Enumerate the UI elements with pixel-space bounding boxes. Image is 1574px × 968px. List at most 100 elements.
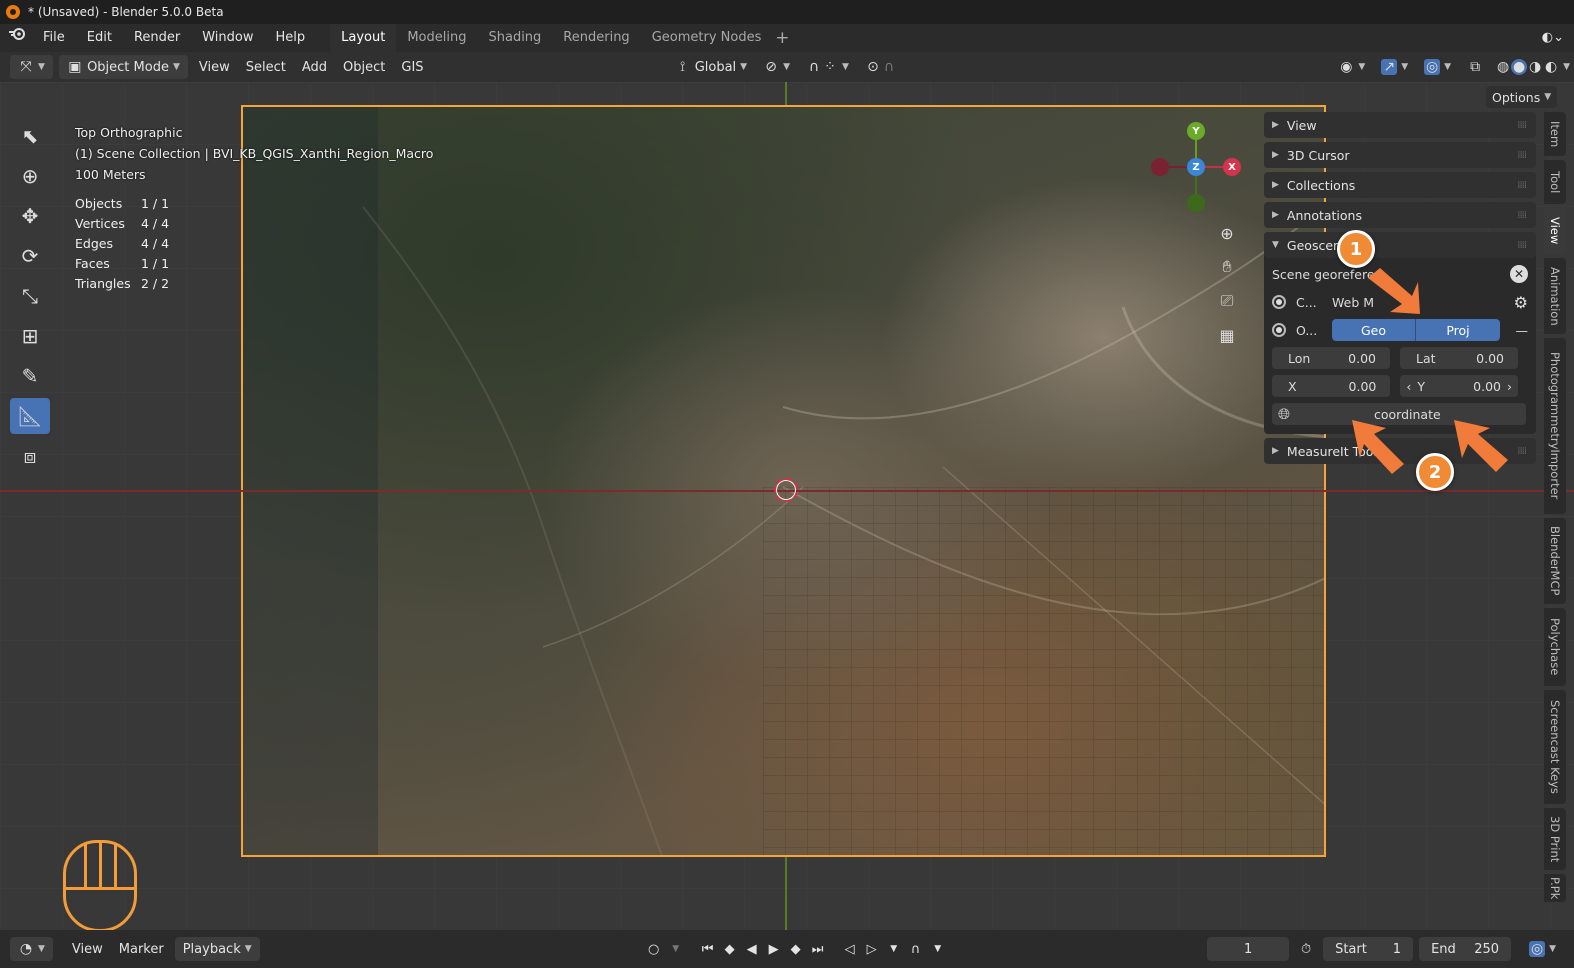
overlay-toggle[interactable]: ◎ ▼	[1416, 55, 1459, 79]
pan-hand-icon[interactable]: ✋︎	[1214, 252, 1240, 282]
rendered-shading-icon[interactable]: ◐	[1543, 59, 1559, 75]
y-field[interactable]: ‹ Y 0.00 ›	[1400, 375, 1518, 397]
tab-polychase[interactable]: Polychase	[1544, 608, 1566, 686]
overlay-timeline-toggle[interactable]: ◎ ▼	[1521, 937, 1564, 961]
crs-radio[interactable]	[1272, 295, 1286, 309]
prev-keyframe-icon[interactable]: ◆	[719, 942, 741, 957]
next-keyframe-icon[interactable]: ◆	[785, 942, 807, 957]
gear-icon[interactable]: ⚙	[1514, 293, 1528, 312]
scale-tool[interactable]: ⤡	[10, 278, 50, 314]
grid-toggle-icon[interactable]: ▦	[1214, 320, 1240, 350]
add-workspace-button[interactable]: +	[772, 28, 792, 48]
annotate-tool[interactable]: ✎	[10, 358, 50, 394]
x-field[interactable]: X 0.00	[1272, 375, 1391, 397]
menu-render[interactable]: Render	[123, 24, 191, 52]
start-frame-field[interactable]: Start 1	[1323, 937, 1414, 961]
3d-viewport[interactable]: ⬉ ⊕ ✥ ⟳ ⤡ ⊞ ✎ 📐︎ ⧈ Top Orthographic (1) …	[0, 82, 1574, 930]
object-mode-dropdown[interactable]: ▣ Object Mode ▼	[58, 55, 188, 79]
tab-3d-print[interactable]: 3D Print	[1544, 808, 1566, 870]
end-frame-field[interactable]: End 250	[1419, 937, 1512, 961]
panel-view[interactable]: ▶ View ⁞⁞⁞⁞	[1264, 112, 1536, 138]
geo-button[interactable]: Geo	[1332, 319, 1416, 341]
shading-modes[interactable]: ◍ ● ◑ ◐ ▼	[1491, 55, 1574, 79]
minus-icon[interactable]: —	[1516, 323, 1529, 338]
increment-arrow-icon[interactable]: ›	[1507, 379, 1512, 394]
add-cube-tool[interactable]: ⧈	[10, 438, 50, 474]
drag-handle-icon[interactable]: ⁞⁞⁞⁞	[1517, 120, 1527, 131]
zoom-icon[interactable]: ⊕	[1214, 218, 1240, 248]
camera-icon[interactable]: ⎚	[1214, 286, 1240, 316]
drag-handle-icon[interactable]: ⁞⁞⁞⁞	[1517, 446, 1527, 457]
tab-animation[interactable]: Animation	[1544, 258, 1566, 334]
scene-selector-icon[interactable]: ◐⌄	[1532, 24, 1574, 52]
timeline-menu-marker[interactable]: Marker	[111, 937, 172, 961]
visibility-dropdown[interactable]: ◉ ▼	[1330, 55, 1373, 79]
editor-type-button[interactable]: ⤧ ▼	[10, 55, 53, 79]
drag-handle-icon[interactable]: ⁞⁞⁞⁞	[1517, 240, 1527, 251]
header-menu-object[interactable]: Object	[335, 55, 393, 79]
header-menu-select[interactable]: Select	[238, 55, 294, 79]
menu-edit[interactable]: Edit	[76, 24, 123, 52]
drag-handle-icon[interactable]: ⁞⁞⁞⁞	[1517, 210, 1527, 221]
snap-dropdown-icon[interactable]: ▼	[927, 944, 949, 954]
drag-handle-icon[interactable]: ⁞⁞⁞⁞	[1517, 150, 1527, 161]
play-reverse-icon[interactable]: ◀	[741, 942, 763, 957]
wireframe-icon[interactable]: ◍	[1495, 59, 1511, 75]
rotate-tool[interactable]: ⟳	[10, 238, 50, 274]
gizmo-neg-y-axis[interactable]	[1187, 194, 1205, 212]
marker-dropdown-icon[interactable]: ▼	[883, 944, 905, 954]
xray-toggle[interactable]: ⧉	[1459, 55, 1491, 79]
close-icon[interactable]: ✕	[1510, 265, 1528, 283]
decrement-arrow-icon[interactable]: ‹	[1406, 379, 1411, 394]
play-icon[interactable]: ▶	[763, 942, 785, 957]
tab-photogrammetry-importer[interactable]: PhotogrammetryImporter	[1544, 338, 1566, 514]
measure-tool[interactable]: 📐︎	[10, 398, 50, 434]
panel-annotations[interactable]: ▶ Annotations ⁞⁞⁞⁞	[1264, 202, 1536, 228]
blender-menu-icon[interactable]	[0, 24, 32, 52]
select-box-tool[interactable]: ⬉	[10, 118, 50, 154]
cursor-tool[interactable]: ⊕	[10, 158, 50, 194]
header-menu-gis[interactable]: GIS	[393, 55, 431, 79]
next-marker-icon[interactable]: ▷	[861, 942, 883, 957]
header-menu-view[interactable]: View	[191, 55, 238, 79]
timeline-menu-playback[interactable]: Playback ▼	[174, 937, 260, 961]
tab-geometry-nodes[interactable]: Geometry Nodes	[641, 24, 773, 52]
coordinate-button[interactable]: 🌐︎ coordinate	[1272, 403, 1526, 425]
header-menu-add[interactable]: Add	[294, 55, 335, 79]
geoscene-header[interactable]: ▼ Geoscen ⁞⁞⁞⁞	[1264, 232, 1536, 258]
proportional-edit-toggle[interactable]: ⊙ ∩	[857, 55, 905, 79]
tab-rendering[interactable]: Rendering	[552, 24, 640, 52]
orientation-dropdown[interactable]: ⟟ Global ▼	[667, 55, 756, 79]
tab-ppk[interactable]: P.Pk	[1544, 874, 1566, 902]
options-dropdown[interactable]: Options ▼	[1486, 86, 1558, 108]
tab-shading[interactable]: Shading	[477, 24, 552, 52]
gizmo-toggle[interactable]: ↗ ▼	[1373, 55, 1416, 79]
menu-file[interactable]: File	[32, 24, 76, 52]
snap-icon[interactable]: ∩	[905, 942, 927, 957]
keying-dropdown-icon[interactable]: ▼	[665, 944, 687, 954]
jump-end-icon[interactable]: ⏭	[807, 942, 829, 957]
stopwatch-icon[interactable]: ⏱	[1295, 942, 1317, 957]
pivot-dropdown[interactable]: ⊘ ▼	[755, 55, 798, 79]
panel-collections[interactable]: ▶ Collections ⁞⁞⁞⁞	[1264, 172, 1536, 198]
navigation-gizmo[interactable]: Y Z X	[1150, 122, 1241, 212]
menu-help[interactable]: Help	[265, 24, 317, 52]
tab-modeling[interactable]: Modeling	[396, 24, 477, 52]
prev-marker-icon[interactable]: ◁	[839, 942, 861, 957]
timeline-menu-view[interactable]: View	[64, 937, 111, 961]
move-tool[interactable]: ✥	[10, 198, 50, 234]
snap-toggle[interactable]: ∩ ⁘ ▼	[798, 55, 857, 79]
transform-tool[interactable]: ⊞	[10, 318, 50, 354]
gizmo-neg-x-axis[interactable]	[1151, 158, 1169, 176]
panel-measureit-tools[interactable]: ▶ MeasureIt Tools ⁞⁞⁞⁞	[1264, 438, 1536, 464]
3d-cursor-icon[interactable]	[774, 478, 798, 502]
menu-window[interactable]: Window	[191, 24, 264, 52]
timeline-editor-type[interactable]: ◔ ▼	[10, 937, 53, 961]
tab-item[interactable]: Item	[1544, 112, 1566, 156]
tab-screencast-keys[interactable]: Screencast Keys	[1544, 690, 1566, 804]
tab-layout[interactable]: Layout	[330, 24, 397, 52]
crs-value[interactable]: Web M	[1332, 295, 1374, 310]
drag-handle-icon[interactable]: ⁞⁞⁞⁞	[1517, 180, 1527, 191]
solid-shading-icon[interactable]: ●	[1511, 59, 1528, 75]
lon-field[interactable]: Lon 0.00	[1272, 347, 1390, 369]
